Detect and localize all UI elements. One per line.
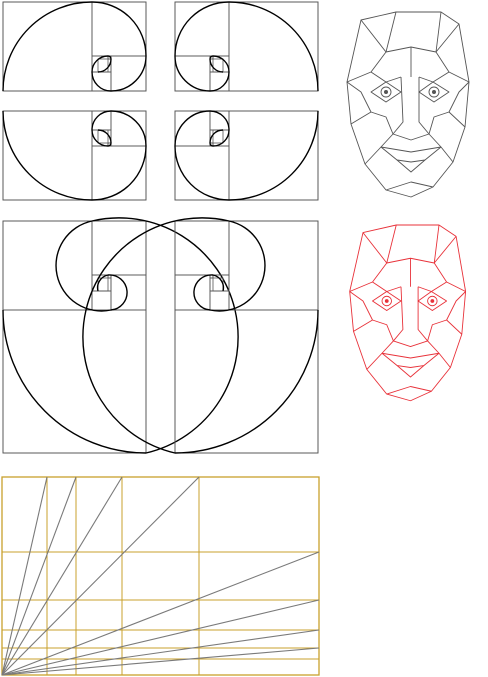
face-mesh-line: [433, 224, 457, 264]
face-mesh-line: [428, 111, 466, 135]
face-mesh-line: [435, 11, 460, 53]
face-mesh-line: [364, 146, 382, 165]
golden-spiral-curve: [174, 1, 319, 92]
golden-spiral-curve: [174, 110, 319, 201]
face-pupil-left: [384, 90, 388, 94]
face-mesh-line: [380, 133, 442, 163]
golden-spiral-1: [1, 1, 470, 676]
golden-subdivision-square: [2, 1, 93, 92]
face-mesh-line: [418, 71, 450, 83]
golden-subdivision-square: [91, 220, 147, 276]
golden-rectangle-frame: [174, 110, 319, 201]
face-mesh-line: [392, 286, 429, 348]
golden-subdivision-square: [91, 274, 109, 292]
golden-subdivision-square: [212, 274, 230, 292]
golden-subdivision-square: [174, 1, 230, 57]
face-mesh-line: [448, 81, 470, 113]
face-mesh-line: [346, 81, 372, 113]
golden-rectangle-frame: [2, 1, 147, 92]
face-mask-gray: [346, 11, 470, 198]
golden-grid-ray: [1, 476, 77, 676]
golden-subdivision-square: [2, 220, 93, 311]
golden-grid-ray: [1, 476, 200, 676]
face-mask-red: [349, 224, 467, 402]
golden-subdivision-square: [91, 1, 147, 57]
golden-subdivision-square: [174, 274, 211, 311]
golden-grid-ray: [1, 476, 123, 676]
face-mesh-line: [386, 386, 432, 395]
golden-subdivision-square: [228, 220, 319, 311]
face-mesh-line: [440, 146, 454, 163]
golden-subdivision-square: [228, 110, 319, 201]
face-mesh-line: [380, 146, 442, 153]
golden-subdivision-square: [174, 145, 230, 201]
golden-rectangle-frame: [174, 1, 319, 92]
golden-subdivision-square: [110, 274, 147, 311]
face-mesh-line: [417, 281, 447, 292]
face-mesh-line: [370, 71, 402, 83]
face-mesh-line: [362, 224, 397, 264]
golden-subdivision-square: [91, 145, 147, 201]
golden-subdivision-square: [228, 1, 319, 92]
golden-spiral-4: [174, 110, 319, 201]
face-mesh-line: [385, 181, 434, 191]
face-mesh-line: [366, 352, 383, 370]
golden-spiral-1: [2, 1, 147, 92]
golden-spiral-curve: [82, 217, 319, 454]
golden-spiral-3: [2, 110, 147, 201]
face-mesh-line: [392, 76, 430, 141]
golden-subdivision-square: [2, 309, 147, 454]
face-mesh-line: [350, 111, 394, 135]
face-mesh-line: [427, 319, 463, 342]
golden-spiral-6: [82, 217, 319, 454]
golden-subdivision-square: [2, 110, 93, 201]
face-pupil-right: [430, 299, 435, 303]
golden-spiral-curve: [2, 217, 239, 454]
face-mesh-line: [381, 352, 440, 359]
golden-rectangle-frame: [2, 110, 147, 201]
golden-rectangle-frame: [2, 220, 147, 454]
golden-subdivision-square: [174, 220, 230, 276]
face-mesh-line: [372, 281, 402, 292]
golden-grid-frame: [1, 476, 320, 676]
golden-grid-ray: [1, 476, 48, 676]
golden-rectangle-frame: [174, 220, 319, 454]
face-mesh-line: [381, 340, 440, 368]
golden-spiral-5: [2, 217, 239, 454]
face-pupil-left: [384, 299, 389, 303]
face-mesh-line: [438, 352, 451, 368]
golden-subdivision-square: [174, 309, 319, 454]
golden-spiral-curve: [2, 110, 147, 201]
face-pupil-right: [432, 90, 436, 94]
face-mesh-line: [360, 11, 397, 53]
face-mesh-line: [446, 291, 466, 321]
face-mesh-line: [349, 291, 373, 321]
golden-subdivision-square: [91, 290, 112, 311]
golden-spiral-curve: [2, 1, 147, 92]
golden-subdivision-square: [209, 290, 230, 311]
golden-grid-ray: [1, 599, 320, 676]
face-mesh-line: [353, 319, 394, 342]
golden-spiral-2: [174, 1, 319, 92]
golden-grid-ray: [1, 551, 320, 676]
